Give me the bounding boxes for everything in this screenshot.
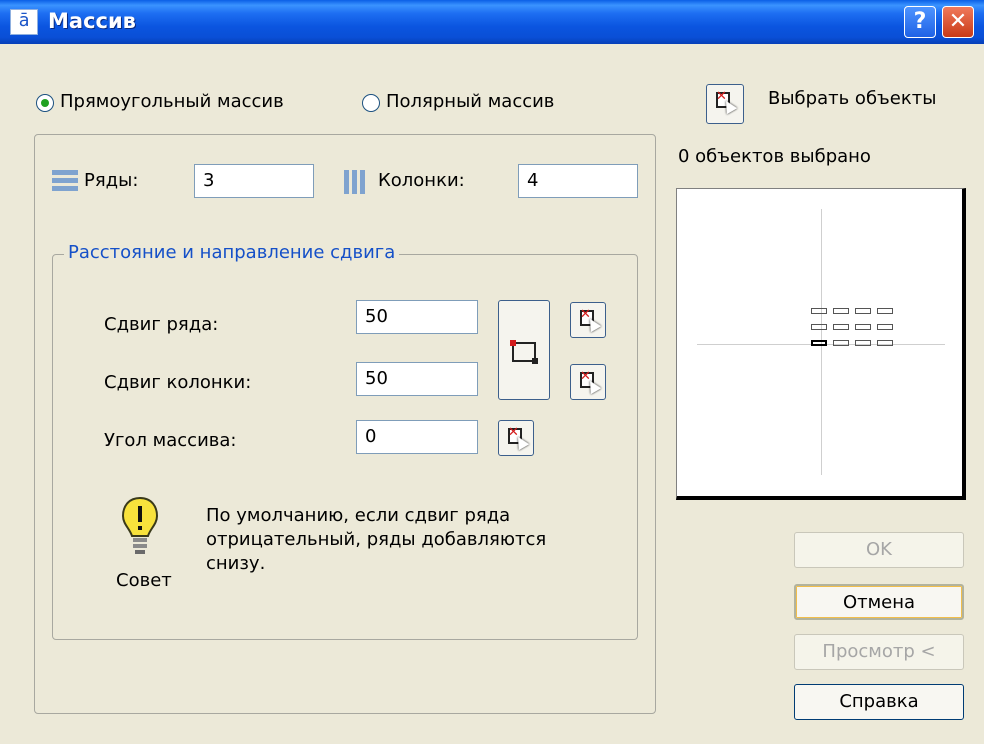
pick-col-offset-button[interactable]: ✕ (570, 364, 606, 400)
title-bar: ā Массив ? ✕ (0, 0, 984, 44)
rect-array-label[interactable]: Прямоугольный массив (60, 91, 284, 112)
columns-label: Колонки: (378, 170, 465, 191)
pick-row-offset-button[interactable]: ✕ (570, 302, 606, 338)
window-title: Массив (48, 9, 136, 33)
pick-both-offsets-button[interactable] (498, 300, 550, 400)
preview-cell (811, 340, 827, 346)
unit-cell-icon (510, 340, 538, 364)
preview-cell (877, 340, 893, 346)
preview-cell (811, 308, 827, 314)
rows-input[interactable]: 3 (194, 164, 314, 198)
close-icon[interactable]: ✕ (942, 6, 974, 38)
app-icon: ā (10, 9, 38, 35)
angle-label: Угол массива: (104, 430, 237, 451)
lightbulb-icon (121, 496, 159, 554)
select-objects-label: Выбрать объекты (768, 88, 937, 109)
ok-button[interactable]: OK (794, 532, 964, 568)
row-offset-input[interactable]: 50 (356, 300, 478, 334)
polar-array-radio[interactable] (362, 94, 380, 112)
preview-cell (855, 308, 871, 314)
rect-array-radio[interactable] (36, 94, 54, 112)
rows-icon (52, 170, 78, 192)
row-offset-label: Сдвиг ряда: (104, 314, 219, 335)
col-offset-label: Сдвиг колонки: (104, 372, 252, 393)
angle-input[interactable]: 0 (356, 420, 478, 454)
preview-cell (877, 324, 893, 330)
preview-cell (833, 308, 849, 314)
columns-icon (344, 170, 370, 194)
tip-caption: Совет (116, 570, 172, 591)
help-button[interactable]: Справка (794, 684, 964, 720)
tip-text: По умолчанию, если сдвиг ряда отрицатель… (206, 505, 547, 574)
pick-angle-button[interactable]: ✕ (498, 420, 534, 456)
columns-input[interactable]: 4 (518, 164, 638, 198)
offset-group-title: Расстояние и направление сдвига (64, 242, 400, 263)
selected-count: 0 объектов выбрано (678, 146, 871, 167)
cancel-button[interactable]: Отмена (794, 584, 964, 620)
col-offset-input[interactable]: 50 (356, 362, 478, 396)
preview-cell (811, 324, 827, 330)
polar-array-label[interactable]: Полярный массив (386, 91, 554, 112)
preview-cell (855, 340, 871, 346)
preview-cell (833, 340, 849, 346)
select-objects-button[interactable]: ✕ (706, 84, 744, 124)
preview-cell (855, 324, 871, 330)
array-preview (676, 188, 966, 500)
preview-button[interactable]: Просмотр < (794, 634, 964, 670)
help-icon[interactable]: ? (904, 6, 936, 38)
preview-cell (877, 308, 893, 314)
rows-label: Ряды: (84, 170, 139, 191)
preview-cell (833, 324, 849, 330)
